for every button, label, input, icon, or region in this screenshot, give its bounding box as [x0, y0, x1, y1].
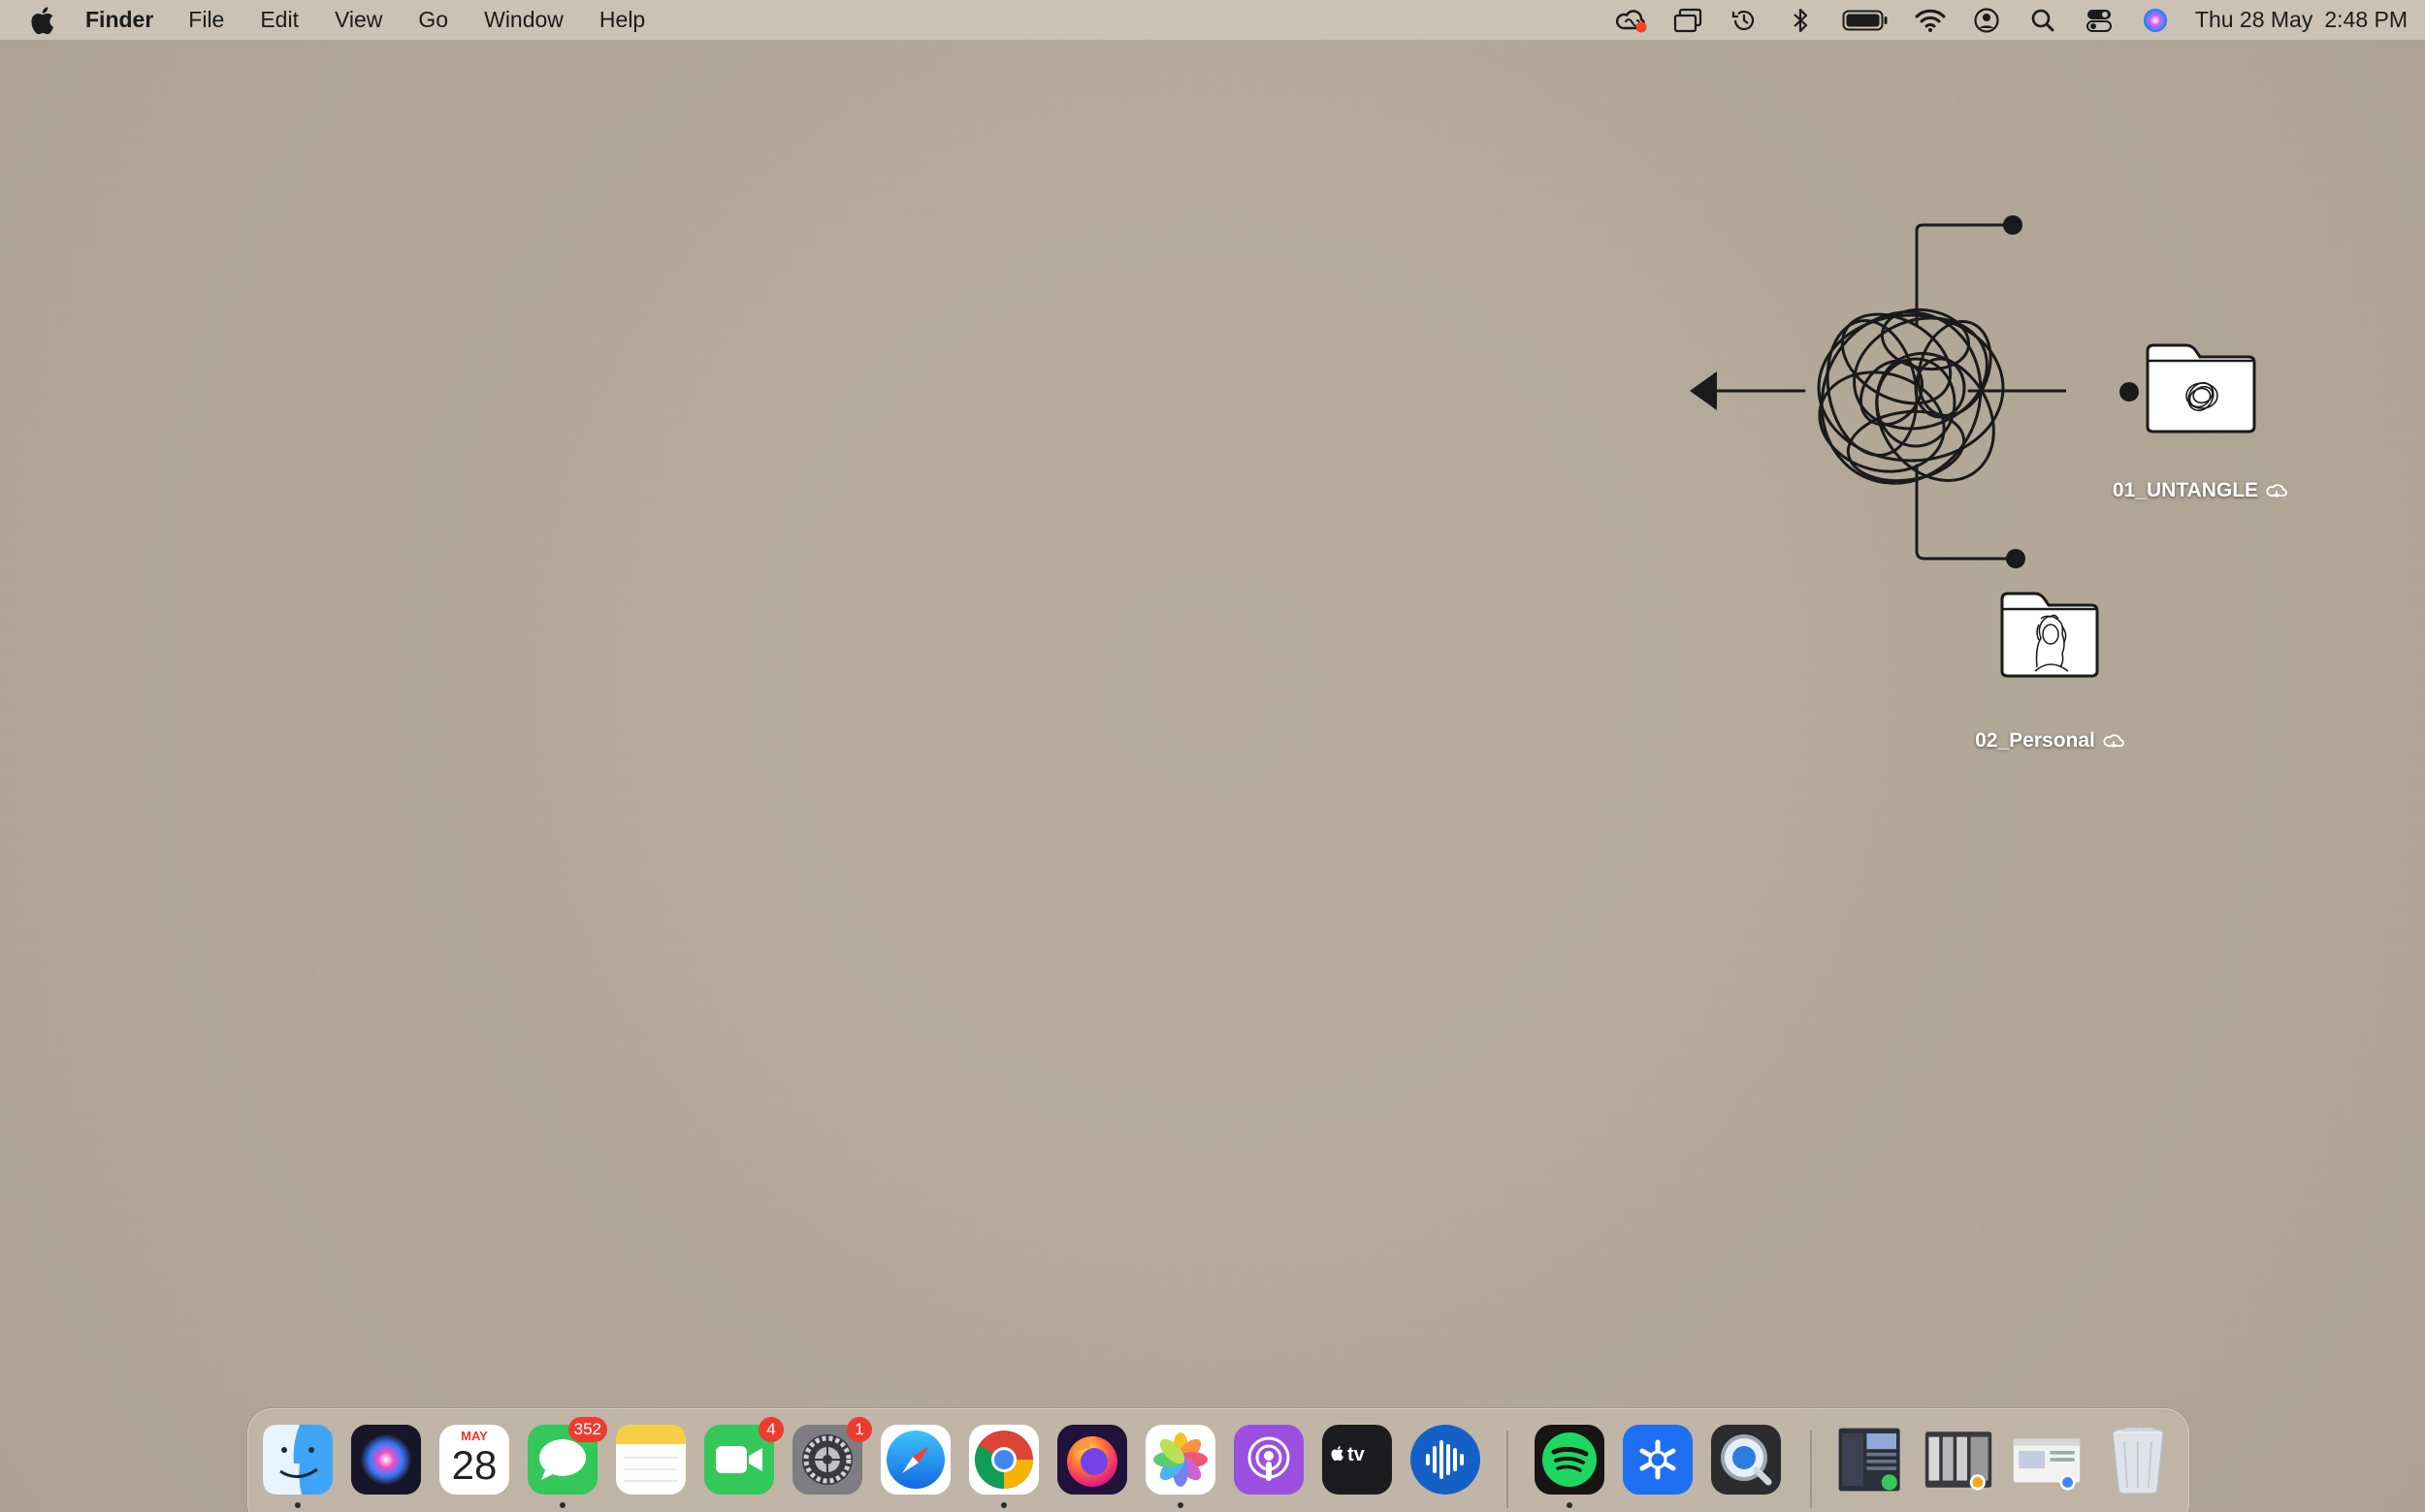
compass-icon	[887, 1431, 945, 1489]
time-machine-icon[interactable]	[1728, 4, 1761, 37]
desktop-folder-personal[interactable]: 02_Personal	[1953, 590, 2147, 753]
dock-trash[interactable]	[2103, 1425, 2173, 1495]
battery-icon[interactable]	[1840, 4, 1891, 37]
creative-cloud-icon[interactable]	[1615, 4, 1648, 37]
photos-flower-icon	[1153, 1432, 1208, 1487]
apple-tv-icon: tv	[1331, 1444, 1366, 1465]
dock-system-settings[interactable]: 1	[792, 1417, 872, 1495]
waveform-icon	[1416, 1431, 1474, 1489]
dock-separator	[1506, 1431, 1508, 1508]
notification-badge: 352	[567, 1417, 607, 1442]
menu-app-name[interactable]: Finder	[85, 0, 153, 40]
menu-bar-clock[interactable]: Thu 28 May 2:48 PM	[2195, 7, 2408, 33]
dock-chrome[interactable]	[969, 1425, 1039, 1508]
screen-mirroring-icon[interactable]	[1671, 4, 1704, 37]
calendar-day: 28	[451, 1442, 498, 1488]
window-thumbnail-icon	[2013, 1438, 2081, 1491]
dock-quicktime[interactable]	[1711, 1425, 1781, 1495]
spotlight-icon[interactable]	[2026, 4, 2059, 37]
window-thumbnail-icon	[1838, 1428, 1900, 1492]
dock-calendar[interactable]: MAY 28	[439, 1425, 509, 1495]
window-thumbnail-icon	[1924, 1432, 1992, 1491]
podcast-icon	[1247, 1436, 1290, 1481]
siri-icon	[351, 1425, 421, 1495]
dock-messages[interactable]: 352	[528, 1417, 607, 1508]
dock-notes[interactable]	[616, 1425, 686, 1495]
dock-apple-tv[interactable]: tv	[1322, 1425, 1392, 1495]
dock-firefox[interactable]	[1057, 1425, 1127, 1495]
running-indicator	[1178, 1502, 1183, 1508]
bluetooth-icon[interactable]	[1784, 4, 1817, 37]
dock: MAY 28 352 4 1 tv	[247, 1408, 2189, 1512]
dock-finder[interactable]	[263, 1425, 333, 1508]
untangle-wallpaper-art	[1690, 215, 2066, 568]
folder-name: 02_Personal	[1975, 729, 2095, 752]
menu-help[interactable]: Help	[599, 0, 645, 40]
dock-podcasts[interactable]	[1234, 1425, 1304, 1495]
notes-icon	[616, 1425, 686, 1495]
desktop-icon-label: 02_Personal	[1975, 729, 2124, 753]
folder-name: 01_UNTANGLE	[2112, 479, 2259, 501]
menu-bar-left: Finder File Edit View Go Window Help	[0, 0, 681, 40]
dock-facetime[interactable]: 4	[704, 1417, 784, 1495]
speech-bubble-icon	[539, 1439, 586, 1480]
menu-edit[interactable]: Edit	[260, 0, 299, 40]
chrome-icon	[974, 1431, 1033, 1490]
running-indicator	[295, 1502, 301, 1508]
clock-time: 2:48 PM	[2324, 7, 2408, 32]
running-indicator	[1001, 1502, 1007, 1508]
menu-bar-right: Thu 28 May 2:48 PM	[1592, 0, 2408, 40]
cloud-icon	[2266, 484, 2287, 499]
dock-app-store-connect[interactable]	[1623, 1425, 1693, 1495]
dock-recent-window-1[interactable]	[1835, 1425, 1905, 1495]
siri-icon[interactable]	[2139, 4, 2172, 37]
quicktime-icon	[1721, 1434, 1772, 1486]
dock-safari[interactable]	[881, 1425, 951, 1495]
video-camera-icon	[716, 1446, 762, 1473]
dock-photos[interactable]	[1146, 1425, 1215, 1508]
clock-date: Thu 28 May	[2194, 7, 2313, 32]
running-indicator	[560, 1502, 566, 1508]
calendar-month: MAY	[461, 1429, 488, 1443]
trash-icon	[2112, 1427, 2164, 1495]
wifi-icon[interactable]	[1914, 4, 1947, 37]
menu-bar: Finder File Edit View Go Window Help Thu…	[0, 0, 2425, 40]
desktop-folder-untangle[interactable]: 01_UNTANGLE	[2103, 341, 2297, 502]
apple-menu-icon[interactable]	[27, 6, 56, 35]
cloud-icon	[2103, 734, 2124, 749]
running-indicator	[1567, 1502, 1572, 1508]
notification-badge: 4	[759, 1417, 784, 1442]
dock-recent-window-2[interactable]	[1924, 1425, 1993, 1495]
apple-tv-label: tv	[1347, 1444, 1366, 1465]
folder-icon	[2000, 592, 2099, 678]
firefox-icon	[1067, 1436, 1117, 1487]
dock-recent-window-3[interactable]	[2012, 1425, 2082, 1495]
dock-siri[interactable]	[351, 1425, 421, 1495]
dock-separator	[1810, 1431, 1812, 1508]
menu-file[interactable]: File	[188, 0, 224, 40]
finder-icon	[263, 1425, 333, 1495]
menu-go[interactable]: Go	[418, 0, 448, 40]
menu-view[interactable]: View	[335, 0, 382, 40]
menu-window[interactable]: Window	[484, 0, 564, 40]
dock-spotify[interactable]	[1535, 1425, 1604, 1508]
gear-icon	[802, 1434, 853, 1485]
spotify-icon	[1542, 1432, 1597, 1487]
dock-audio-app[interactable]	[1410, 1425, 1480, 1495]
folder-icon	[2146, 343, 2256, 434]
asterisk-icon	[1639, 1439, 1676, 1480]
user-icon[interactable]	[1970, 4, 2003, 37]
control-center-icon[interactable]	[2083, 4, 2116, 37]
desktop-icon-label: 01_UNTANGLE	[2113, 479, 2287, 502]
notification-badge: 1	[847, 1417, 872, 1442]
